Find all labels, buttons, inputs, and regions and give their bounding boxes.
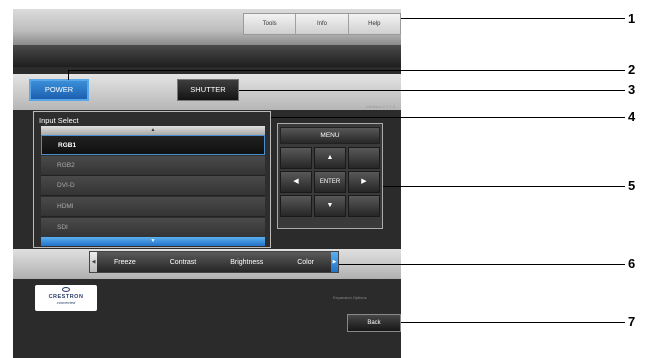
crestron-logo: CRESTRON connected [35,285,97,311]
list-item-rgb1[interactable]: RGB1 [41,135,265,155]
pad-blank-bl [280,195,312,217]
callout-number-6: 6 [628,256,636,271]
expansion-options-link[interactable]: Expansion Options [333,295,367,300]
callout-line-2 [68,70,625,71]
callout-number-7: 7 [628,314,636,329]
callout-line-2-drop [68,70,69,80]
brightness-button[interactable]: Brightness [230,259,263,266]
info-tab[interactable]: Info [296,14,349,34]
scroll-up-button[interactable]: ▲ [41,126,265,135]
callout-line-4 [271,117,625,118]
tools-bar: Tools Info Help [243,13,401,35]
color-button[interactable]: Color [297,259,314,266]
help-tab[interactable]: Help [349,14,400,34]
up-button[interactable]: ▲ [314,147,346,169]
list-item-dvi-d[interactable]: DVI-D [41,176,265,197]
web-control-panel: Tools Info Help POWER SHUTTER Interface … [13,9,401,358]
callout-number-4: 4 [628,109,636,124]
pad-blank-tr [348,147,380,169]
list-item-sdi[interactable]: SDI [41,217,265,238]
menu-button[interactable]: MENU [280,127,380,144]
right-button[interactable]: ▶ [348,171,380,193]
callout-number-1: 1 [628,11,636,26]
enter-button[interactable]: ENTER [314,171,346,193]
callout-line-1 [401,18,625,19]
callout-line-7 [401,322,625,323]
crestron-sub-text: connected [56,300,76,305]
image-adjust-left-arrow[interactable]: ◀ [90,252,97,272]
crestron-oval-icon [62,287,70,292]
pad-blank-tl [280,147,312,169]
header-gradient [13,45,401,67]
list-item-rgb2[interactable]: RGB2 [41,155,265,176]
left-button[interactable]: ◀ [280,171,312,193]
scroll-down-button[interactable]: ▼ [41,237,265,246]
list-item-hdmi[interactable]: HDMI [41,197,265,218]
interface-version: Interface 2.7.2.8 [366,104,395,109]
back-button[interactable]: Back [347,314,401,332]
power-button[interactable]: POWER [29,79,89,101]
callout-line-3 [239,90,625,91]
image-adjust-items: Freeze Contrast Brightness Color [97,259,331,266]
image-adjust-right-arrow[interactable]: ▶ [331,252,338,272]
tools-tab[interactable]: Tools [244,14,297,34]
freeze-button[interactable]: Freeze [114,259,136,266]
down-button[interactable]: ▼ [314,195,346,217]
callout-number-2: 2 [628,62,636,77]
image-adjust-bar: ◀ Freeze Contrast Brightness Color ▶ [89,251,339,273]
callout-number-5: 5 [628,178,636,193]
callout-line-5 [383,186,625,187]
input-list: RGB1 RGB2 DVI-D HDMI SDI [41,135,265,238]
callout-line-6 [339,264,625,265]
contrast-button[interactable]: Contrast [170,259,196,266]
input-select-title: Input Select [39,116,79,125]
pad-blank-br [348,195,380,217]
shutter-button[interactable]: SHUTTER [177,79,239,101]
callout-number-3: 3 [628,82,636,97]
